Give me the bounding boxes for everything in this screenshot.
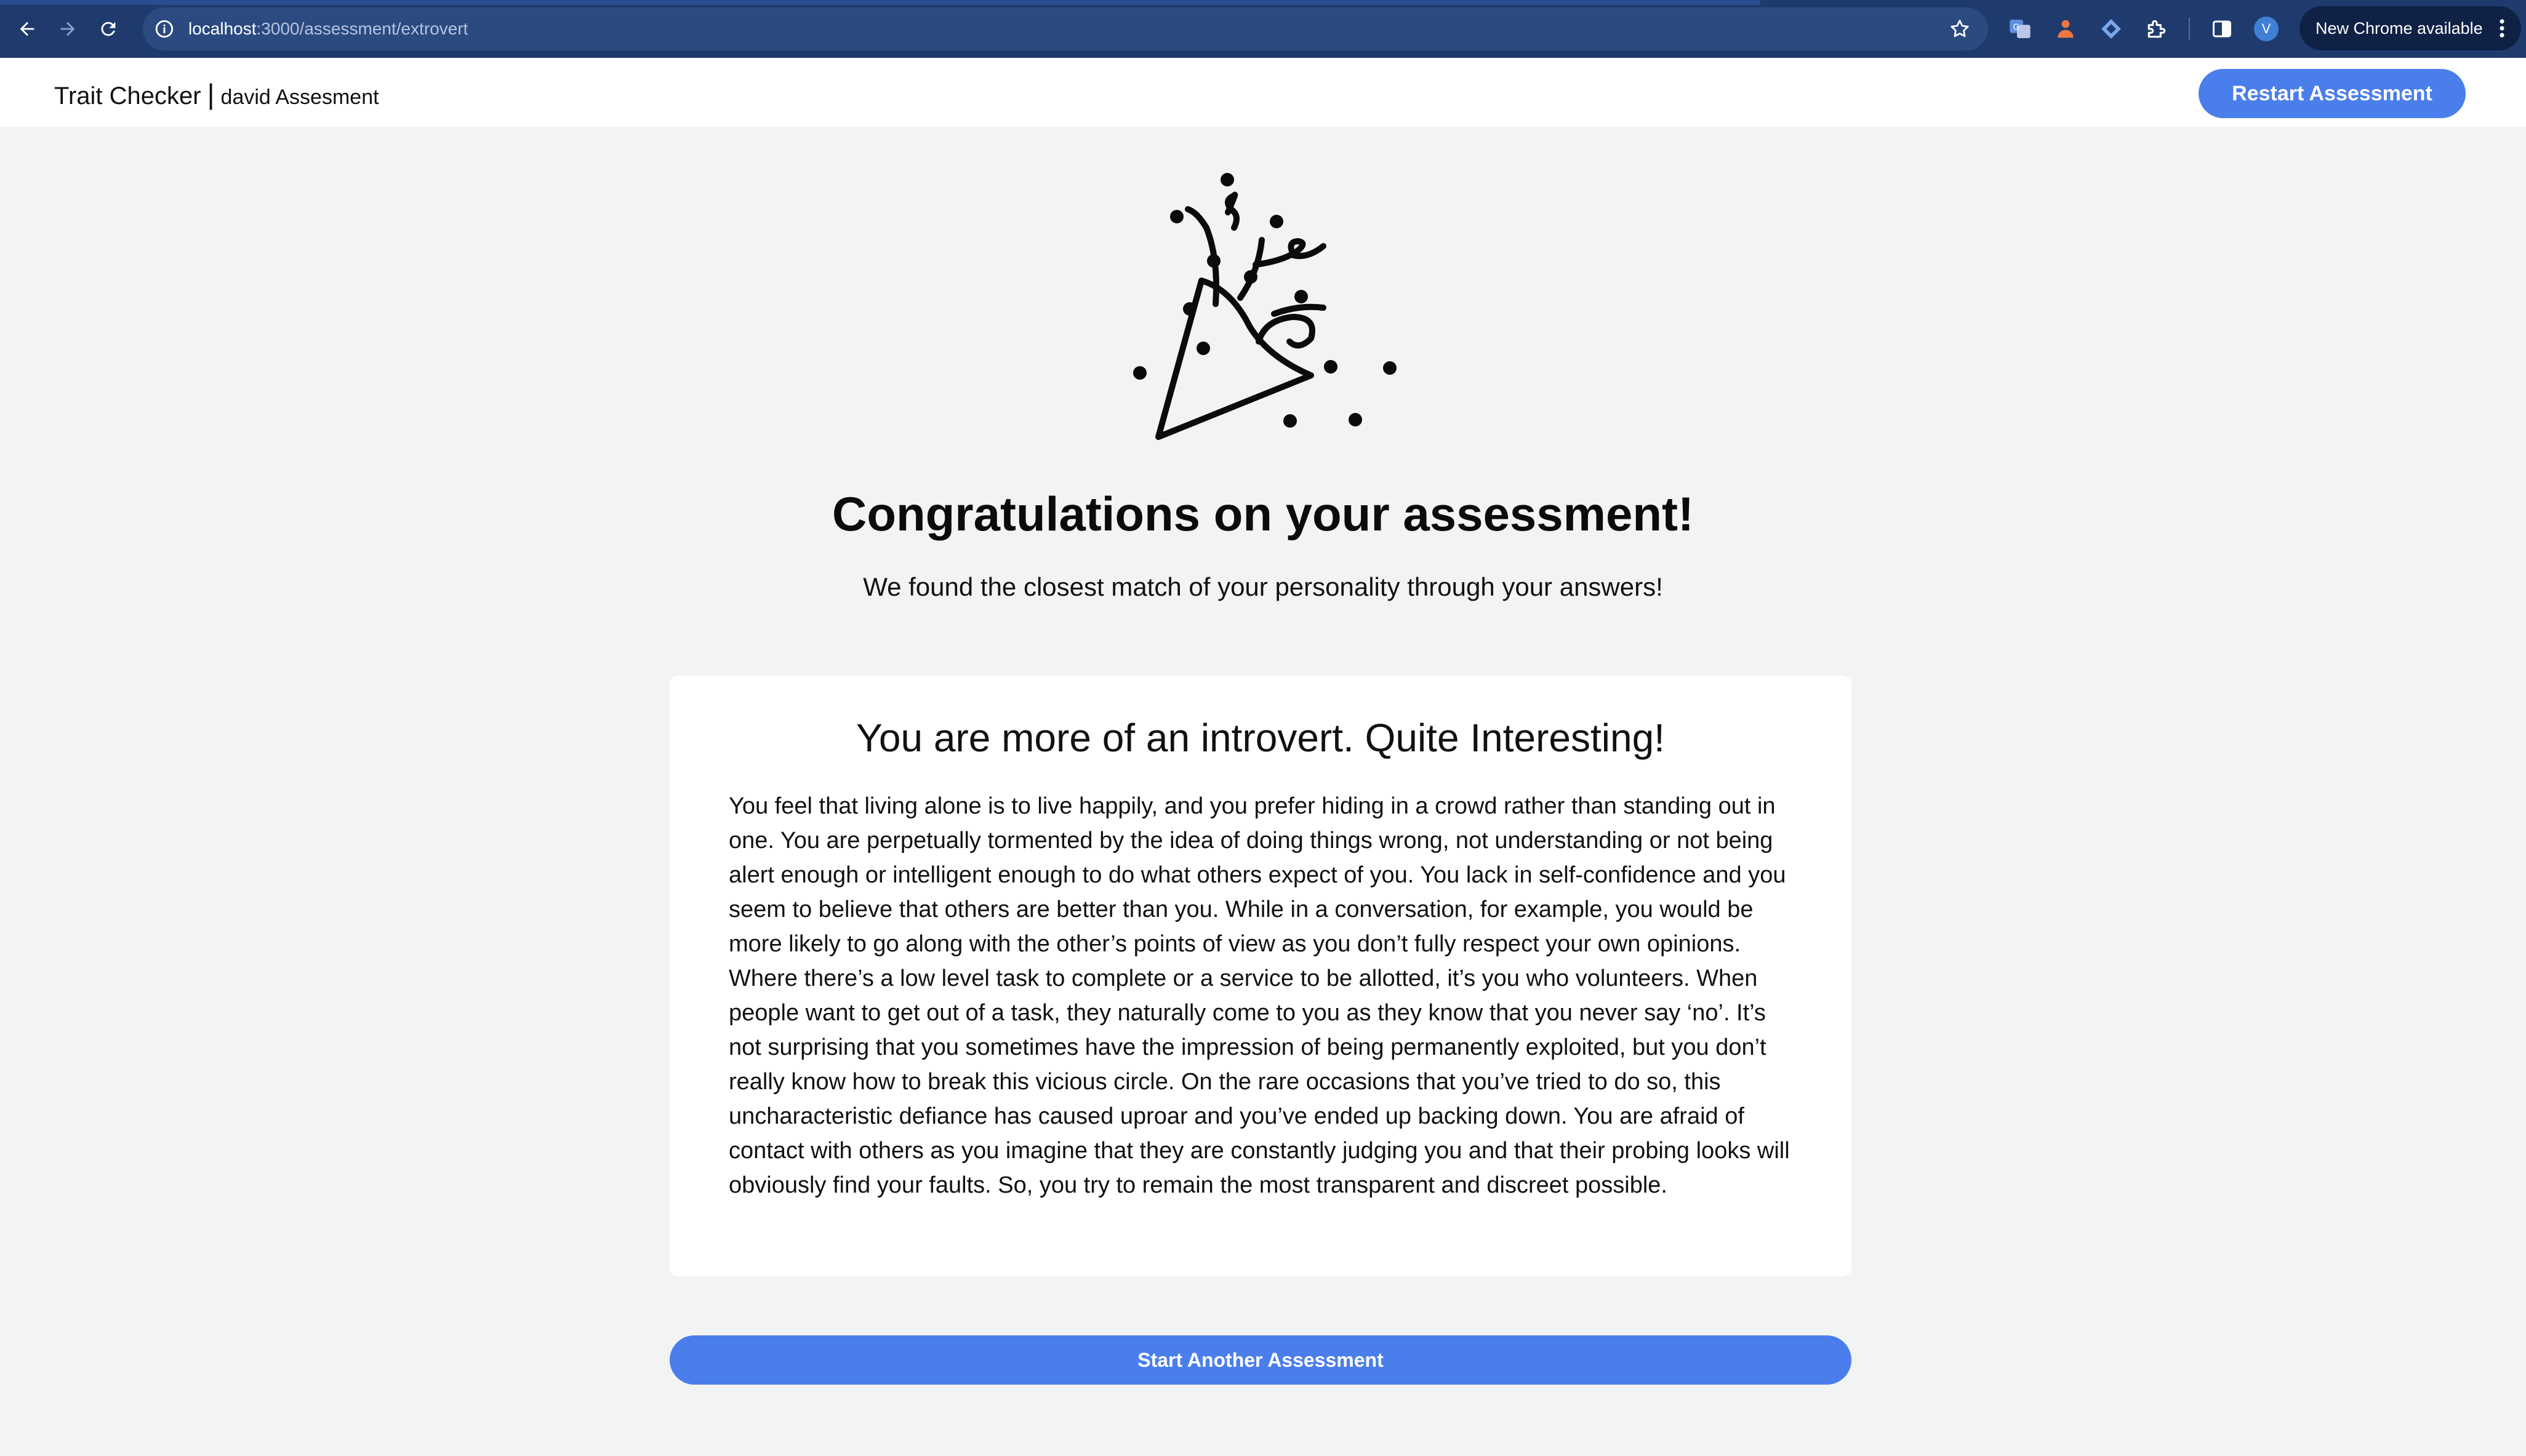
new-chrome-available-button[interactable]: New Chrome available (2299, 6, 2521, 50)
assessment-owner-label: david Assesment (220, 86, 379, 109)
puzzle-extensions-icon[interactable] (2143, 15, 2170, 42)
url-host: localhost (188, 19, 257, 38)
app-header: Trait Checker | david Assesment Restart … (0, 58, 2526, 127)
more-menu-icon[interactable] (2499, 18, 2505, 38)
update-label: New Chrome available (2316, 18, 2483, 38)
result-title: You are more of an introvert. Quite Inte… (856, 716, 1665, 760)
result-card: You are more of an introvert. Quite Inte… (670, 676, 1851, 1276)
restart-assessment-button[interactable]: Restart Assessment (2199, 69, 2466, 118)
party-popper-icon (1133, 173, 1397, 440)
page-title: Congratulations on your assessment! (832, 487, 1694, 541)
start-another-assessment-button[interactable]: Start Another Assessment (670, 1335, 1851, 1385)
toolbar-divider (2189, 18, 2190, 40)
bookmark-star-icon[interactable] (1949, 18, 1971, 40)
side-panel-icon[interactable] (2208, 15, 2235, 42)
tab-strip-accent (0, 0, 1760, 5)
extensions-area: G V (2007, 7, 2279, 50)
browser-toolbar: localhost:3000/assessment/extrovert G V … (0, 0, 2526, 58)
url-text[interactable]: localhost:3000/assessment/extrovert (188, 19, 468, 39)
brand-separator: | (207, 78, 215, 110)
page-subtitle: We found the closest match of your perso… (863, 572, 1663, 601)
brand: Trait Checker | david Assesment (54, 78, 379, 111)
url-path: :3000/assessment/extrovert (256, 19, 468, 38)
translate-extension-icon[interactable]: G (2007, 15, 2034, 42)
brand-name: Trait Checker (54, 82, 201, 110)
profile-avatar[interactable]: V (2254, 17, 2279, 41)
site-info-icon[interactable] (154, 18, 175, 39)
diamond-extension-icon[interactable] (2098, 15, 2125, 42)
address-bar[interactable]: localhost:3000/assessment/extrovert (143, 7, 1988, 50)
result-description: You feel that living alone is to live ha… (729, 793, 1790, 1198)
back-arrow-icon[interactable] (9, 10, 46, 47)
forward-arrow-icon[interactable] (49, 10, 86, 47)
svg-text:G: G (2013, 23, 2019, 33)
reload-icon[interactable] (90, 10, 127, 47)
person-extension-icon[interactable] (2052, 15, 2079, 42)
